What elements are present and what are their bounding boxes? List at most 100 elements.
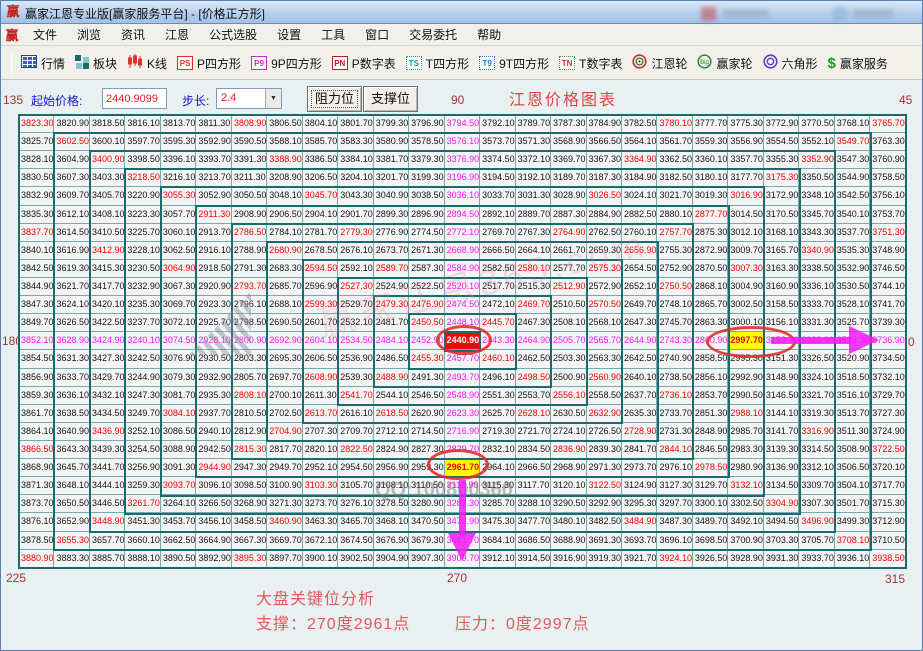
gann-cell: 2988.10 <box>728 404 764 423</box>
gann-cell: 2589.70 <box>373 259 410 278</box>
menu-item-资讯[interactable]: 资讯 <box>111 28 155 42</box>
toolbar-button-行情[interactable]: 行情 <box>16 50 70 76</box>
gann-cell: 3278.50 <box>373 495 410 514</box>
gann-cell: 3319.30 <box>799 404 835 423</box>
gann-cell: 2467.30 <box>515 314 552 333</box>
gann-cell: 3844.90 <box>19 277 55 297</box>
menu-item-文件[interactable]: 文件 <box>23 28 67 42</box>
gann-cell: 3904.90 <box>373 549 410 568</box>
gann-cell: 3196.90 <box>444 169 481 188</box>
gann-cell: 3624.10 <box>54 296 90 315</box>
toolbar-button-T四方形[interactable]: TS T四方形 <box>401 50 474 76</box>
gann-cell: 3616.90 <box>54 241 90 260</box>
toolbar-button-赢家轮[interactable]: Big 赢家轮 <box>692 50 757 76</box>
gann-cell: 3552.10 <box>799 133 835 152</box>
gann-cell: 2592.10 <box>338 259 374 278</box>
menu-item-设置[interactable]: 设置 <box>267 28 311 42</box>
toolbar-button-六角形[interactable]: 六角形 <box>758 50 823 76</box>
step-select[interactable]: 2.4 ▼ <box>216 88 282 109</box>
gann-cell: 2836.90 <box>551 440 587 460</box>
gann-cell: 2685.70 <box>267 277 303 297</box>
gann-cell: 2714.50 <box>409 422 445 441</box>
gann-cell: 2601.70 <box>302 314 339 333</box>
gann-cell: 3040.90 <box>373 187 410 206</box>
menu-item-浏览[interactable]: 浏览 <box>67 28 111 42</box>
gann-cell: 3674.50 <box>338 531 374 550</box>
toolbar-button-P数字表[interactable]: PN P数字表 <box>327 50 401 76</box>
gann-cell: 2748.10 <box>657 296 693 315</box>
gann-cell: 3825.70 <box>19 133 55 152</box>
gann-cell: 3501.70 <box>834 495 871 514</box>
gann-cell: 3482.50 <box>586 513 622 532</box>
toolbar-button-板块[interactable]: 板块 <box>70 50 122 76</box>
gann-cell: 3072.10 <box>160 314 197 333</box>
gann-cell: 2647.30 <box>621 314 658 333</box>
gann-cell: 3489.70 <box>692 513 729 532</box>
start-price-label: 起始价格: <box>31 94 83 108</box>
gann-cell: 2959.30 <box>409 459 445 478</box>
gann-cell: 3417.70 <box>89 277 126 297</box>
start-price-input[interactable] <box>102 88 167 109</box>
gann-cell: 2911.30 <box>196 205 232 224</box>
menu-item-江恩[interactable]: 江恩 <box>155 28 199 42</box>
gann-cell: 3218.50 <box>125 169 161 188</box>
toolbar-button-江恩轮[interactable]: 江恩轮 <box>627 50 692 76</box>
gann-cell: 2947.30 <box>231 459 268 478</box>
gann-cell: 2930.50 <box>196 350 232 369</box>
gann-cell: 2832.10 <box>480 440 516 460</box>
menu-item-窗口[interactable]: 窗口 <box>355 28 399 42</box>
p9-badge-icon: P9 <box>251 56 268 70</box>
gann-cell: 3057.70 <box>160 205 197 224</box>
gann-cell: 3672.10 <box>302 531 339 550</box>
gann-cell: 3244.90 <box>125 368 161 387</box>
resistance-button[interactable]: 阻力位 <box>307 86 362 112</box>
chevron-down-icon[interactable]: ▼ <box>265 89 281 108</box>
gann-cell: 3266.50 <box>196 495 232 514</box>
gann-cell: 3316.90 <box>799 422 835 441</box>
toolbar: 行情 板块 K线 PS P四方形 P9 9P四方形 PN P数字表 TS T四方形 T9 9T四方形 TN… <box>1 47 922 80</box>
menu-item-帮助[interactable]: 帮助 <box>467 28 511 42</box>
toolbar-button-K线[interactable]: K线 <box>122 50 172 76</box>
gann-cell: 2875.30 <box>692 223 729 242</box>
menu-item-交易委托[interactable]: 交易委托 <box>399 28 467 42</box>
gann-cell: 2488.90 <box>373 368 410 387</box>
gann-cell: 3268.90 <box>231 495 268 514</box>
toolbar-button-T数字表[interactable]: TN T数字表 <box>554 50 627 76</box>
support-button[interactable]: 支撑位 <box>363 86 418 112</box>
gann-cell: 3292.90 <box>586 495 622 514</box>
gann-cell: 3554.50 <box>763 133 800 152</box>
gann-cell: 2997.70 <box>728 332 764 351</box>
gann-cell: 3432.10 <box>89 386 126 405</box>
gann-cell: 2493.70 <box>444 368 481 387</box>
gann-cell: 3686.50 <box>515 531 552 550</box>
gann-cell: 3021.70 <box>657 187 693 206</box>
gann-cell: 2839.30 <box>586 440 622 460</box>
gann-cell: 3139.30 <box>763 440 800 460</box>
gann-cell: 2884.90 <box>586 205 622 224</box>
gann-cell: 3648.10 <box>54 477 90 496</box>
gann-cell: 3578.50 <box>409 133 445 152</box>
gann-cell: 3441.70 <box>89 459 126 478</box>
toolbar-separator <box>11 52 12 74</box>
menu-item-工具[interactable]: 工具 <box>311 28 355 42</box>
gann-cell: 2899.30 <box>373 205 410 224</box>
toolbar-button-9P四方形[interactable]: P9 9P四方形 <box>246 50 327 76</box>
gann-cell: 3187.30 <box>586 169 622 188</box>
gann-cell: 2580.10 <box>515 259 552 278</box>
gann-cell: 2599.30 <box>302 296 339 315</box>
toolbar-button-9T四方形[interactable]: T9 9T四方形 <box>474 50 554 76</box>
gann-cell: 2923.30 <box>196 296 232 315</box>
menu-item-公式选股[interactable]: 公式选股 <box>199 28 267 42</box>
gann-cell: 2582.50 <box>480 259 516 278</box>
toolbar-button-P四方形[interactable]: PS P四方形 <box>172 50 246 76</box>
gann-cell: 2510.50 <box>551 296 587 315</box>
gann-cell: 2872.90 <box>692 241 729 260</box>
gann-cell: 2664.10 <box>515 241 552 260</box>
gann-cell: 2517.70 <box>480 277 516 297</box>
gann-cell: 3508.90 <box>834 440 871 460</box>
gann-cell: 3542.50 <box>834 187 871 206</box>
gann-cell: 3273.70 <box>302 495 339 514</box>
gann-cell: 3108.10 <box>373 477 410 496</box>
angle-label-90: 90 <box>451 93 465 107</box>
toolbar-button-赢家服务[interactable]: $ 赢家服务 <box>823 50 893 76</box>
